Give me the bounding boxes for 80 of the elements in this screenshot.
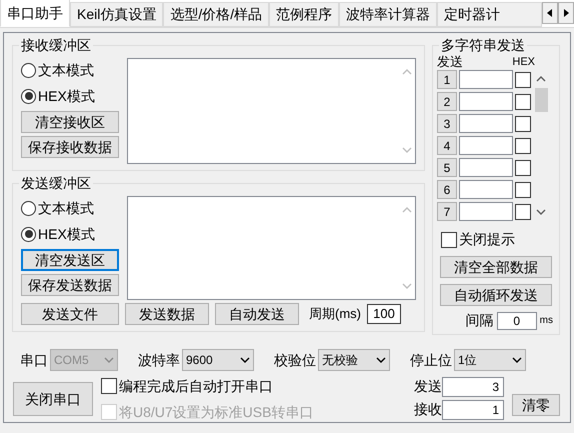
checkbox-label: 将U8/U7设置为标准USB转串口	[119, 402, 314, 422]
button[interactable]: 保存发送数据	[21, 274, 119, 296]
radio-label: HEX模式	[38, 224, 95, 244]
send-number-button[interactable]: 5	[437, 158, 457, 177]
button[interactable]: 发送数据	[125, 303, 209, 325]
tab-scroll-right-icon[interactable]	[558, 2, 574, 24]
string-field[interactable]	[459, 158, 513, 177]
send-number-button[interactable]: 6	[437, 180, 457, 199]
dropdown-caret-icon[interactable]	[512, 357, 522, 363]
period-field[interactable]: 100	[367, 304, 401, 324]
radio-button[interactable]	[21, 62, 36, 78]
button[interactable]: 自动循环发送	[440, 284, 552, 306]
radio-label: HEX模式	[38, 86, 95, 106]
counter-field: 1	[442, 400, 504, 420]
checkbox[interactable]	[515, 72, 531, 88]
tab[interactable]: Keil仿真设置	[70, 2, 164, 27]
dropdown-caret-icon[interactable]	[240, 357, 250, 363]
group-title: 发送缓冲区	[19, 174, 93, 192]
string-field[interactable]	[459, 92, 513, 111]
radio-label: 文本模式	[38, 60, 94, 80]
interval-unit: ms	[540, 314, 553, 328]
checkbox[interactable]	[441, 232, 457, 248]
send-number-button[interactable]: 4	[437, 136, 457, 155]
send-header: 发送	[437, 54, 463, 70]
group-title: 接收缓冲区	[19, 36, 93, 54]
checkbox[interactable]	[515, 204, 531, 220]
button[interactable]: 清空接收区	[21, 111, 119, 133]
dropdown[interactable]: 9600	[182, 349, 254, 371]
counter-label: 发送	[414, 377, 442, 396]
send-number-button[interactable]: 2	[437, 92, 457, 111]
dropdown[interactable]: 无校验	[318, 349, 390, 371]
button[interactable]: 清空全部数据	[440, 256, 552, 278]
scroll-down-icon[interactable]	[536, 209, 546, 215]
interval-label: 间隔	[466, 311, 494, 330]
button[interactable]: 关闭串口	[13, 382, 93, 416]
checkbox[interactable]	[515, 160, 531, 176]
radio-button[interactable]	[21, 226, 36, 242]
button[interactable]: 自动发送	[215, 303, 299, 325]
send-number-button[interactable]: 1	[437, 70, 457, 89]
setting-label: 校验位	[274, 350, 316, 370]
scrollbar-thumb[interactable]	[534, 88, 548, 112]
checkbox[interactable]	[515, 116, 531, 132]
checkbox[interactable]	[101, 378, 117, 394]
tab-scroll-left-icon[interactable]	[542, 2, 558, 24]
tab[interactable]: 定时器计	[437, 2, 542, 27]
radio-button[interactable]	[21, 88, 36, 104]
tab[interactable]: 串口助手	[0, 0, 70, 27]
radio-label: 文本模式	[38, 198, 94, 218]
string-field[interactable]	[459, 136, 513, 155]
period-label: 周期(ms)	[309, 305, 361, 324]
send-number-button[interactable]: 7	[437, 202, 457, 221]
string-field[interactable]	[459, 114, 513, 133]
counter-field: 3	[442, 376, 504, 396]
hex-header: HEX	[512, 55, 535, 70]
interval-field[interactable]: 0	[496, 312, 537, 330]
button[interactable]: 清空发送区	[21, 249, 119, 271]
tab[interactable]: 波特率计算器	[339, 2, 438, 27]
counter-label: 接收	[414, 400, 442, 419]
string-field[interactable]	[459, 202, 513, 221]
setting-label: 串口	[20, 350, 48, 370]
button[interactable]: 保存接收数据	[21, 136, 119, 158]
checkbox[interactable]	[515, 138, 531, 154]
group-title: 多字符串发送	[439, 36, 527, 54]
scroll-up-icon[interactable]	[536, 76, 546, 82]
checkbox-label: 关闭提示	[459, 230, 515, 249]
button[interactable]: 发送文件	[21, 303, 119, 325]
checkbox[interactable]	[515, 94, 531, 110]
dropdown-caret-icon[interactable]	[376, 357, 386, 363]
button[interactable]: 清零	[512, 394, 560, 416]
setting-label: 波特率	[138, 350, 180, 370]
checkbox-label: 编程完成后自动打开串口	[119, 376, 273, 396]
string-field[interactable]	[459, 70, 513, 89]
tab[interactable]: 范例程序	[269, 2, 340, 27]
dropdown[interactable]: 1位	[454, 349, 526, 371]
tab[interactable]: 选型/价格/样品	[163, 2, 270, 27]
checkbox[interactable]	[515, 182, 531, 198]
setting-label: 停止位	[410, 350, 452, 370]
string-field[interactable]	[459, 180, 513, 199]
send-number-button[interactable]: 3	[437, 114, 457, 133]
radio-button[interactable]	[21, 200, 36, 216]
